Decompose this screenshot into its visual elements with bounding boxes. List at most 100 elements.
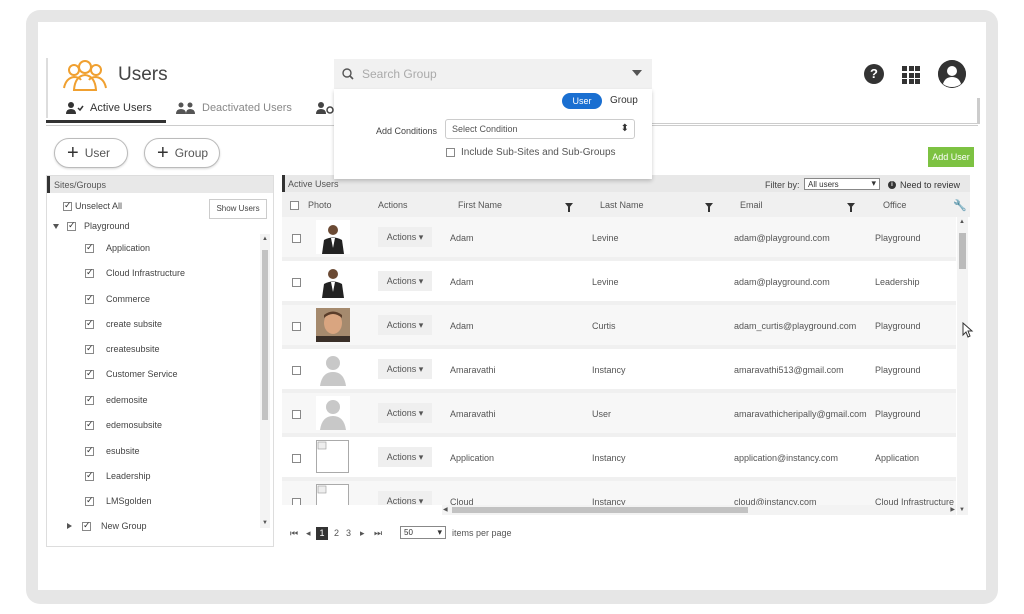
page-1[interactable]: 1 [316, 527, 328, 540]
filter-icon[interactable] [565, 203, 573, 212]
cell-first-name: Amaravathi [450, 409, 496, 419]
include-subsites-checkbox[interactable]: Include Sub-Sites and Sub-Groups [446, 147, 616, 158]
active-tab-underline [46, 120, 166, 123]
add-user-pill-button[interactable]: + User [54, 138, 128, 168]
select-all-checkbox[interactable] [290, 201, 299, 210]
expand-icon[interactable] [53, 223, 59, 229]
row-actions-button[interactable]: Actions ▾ [378, 315, 432, 335]
table-row[interactable]: Actions ▾ Amaravathi User amaravathicher… [282, 393, 956, 437]
add-user-button[interactable]: Add User [928, 147, 974, 167]
tree-item[interactable]: esubsite [85, 445, 140, 456]
page-3[interactable]: 3 [346, 528, 351, 538]
row-actions-button[interactable]: Actions ▾ [378, 447, 432, 467]
col-first-name[interactable]: First Name [458, 200, 502, 210]
collapse-icon[interactable] [67, 523, 72, 529]
info-icon: i [888, 181, 896, 189]
toggle-user[interactable]: User [562, 93, 602, 109]
tree-scroll-thumb[interactable] [262, 250, 268, 420]
need-review-label: Need to review [900, 180, 961, 190]
tree-root-playground[interactable]: Playground [53, 220, 130, 231]
tree-item[interactable]: LMSgolden [85, 495, 152, 506]
col-actions: Actions [378, 200, 408, 210]
tree-scrollbar[interactable]: ▲ ▼ [260, 234, 270, 528]
row-actions-button[interactable]: Actions ▾ [378, 403, 432, 423]
cell-last-name: Levine [592, 233, 619, 243]
tree-item[interactable]: Commerce [85, 293, 150, 304]
cell-first-name: Adam [450, 321, 474, 331]
tab-active-users-label: Active Users [90, 102, 152, 114]
add-group-pill-button[interactable]: + Group [144, 138, 220, 168]
grid-scroll-thumb[interactable] [959, 233, 966, 269]
cell-first-name: Application [450, 453, 495, 463]
col-office[interactable]: Office [883, 200, 906, 210]
user-photo [316, 396, 350, 430]
row-checkbox[interactable] [292, 278, 301, 287]
tree-item[interactable]: Customer Service [85, 368, 178, 379]
grid-horizontal-scrollbar[interactable]: ◀ ▶ [442, 505, 956, 515]
tree-item[interactable]: createsubsite [85, 343, 160, 354]
row-checkbox[interactable] [292, 234, 301, 243]
actions-label: Actions [386, 320, 417, 330]
tab-deactivated-users-label: Deactivated Users [202, 102, 292, 114]
table-row[interactable]: Actions ▾ Application Instancy applicati… [282, 437, 956, 481]
tree-item[interactable]: edemosubsite [85, 419, 162, 430]
toggle-group[interactable]: Group [610, 95, 638, 106]
table-row[interactable]: Actions ▾ Cloud Instancy cloud@instancy.… [282, 481, 956, 505]
prev-page-button[interactable]: ◂ [306, 528, 311, 539]
last-page-button[interactable]: ⏭ [374, 528, 382, 539]
row-actions-button[interactable]: Actions ▾ [378, 271, 432, 291]
next-page-button[interactable]: ▸ [360, 528, 365, 539]
tree-item[interactable]: Leadership [85, 470, 151, 481]
condition-select[interactable]: Select Condition [445, 119, 635, 139]
grid-vertical-scrollbar[interactable]: ▲ ▼ [957, 217, 968, 515]
unselect-all-checkbox[interactable]: Unselect All [63, 200, 122, 211]
filter-icon[interactable] [705, 203, 713, 212]
tree-item-label: createsubsite [106, 344, 160, 354]
tree-item[interactable]: Application [85, 242, 150, 253]
help-icon[interactable]: ? [864, 64, 884, 84]
first-page-button[interactable]: ⏮ [290, 528, 298, 539]
wrench-icon[interactable]: 🔧 [953, 199, 967, 212]
row-actions-button[interactable]: Actions ▾ [378, 227, 432, 247]
row-checkbox[interactable] [292, 410, 301, 419]
row-actions-button[interactable]: Actions ▾ [378, 491, 432, 505]
row-checkbox[interactable] [292, 322, 301, 331]
tree-item[interactable]: Cloud Infrastructure [85, 267, 185, 278]
filter-select[interactable]: All users [804, 178, 880, 190]
cell-email: application@instancy.com [734, 453, 839, 463]
search-group-box[interactable]: Search Group [334, 59, 652, 89]
apps-grid-icon[interactable] [902, 66, 920, 84]
row-checkbox[interactable] [292, 454, 301, 463]
profile-icon[interactable] [938, 60, 966, 88]
page-2[interactable]: 2 [334, 528, 339, 538]
col-last-name[interactable]: Last Name [600, 200, 644, 210]
cell-email: cloud@instancy.com [734, 497, 817, 505]
tab-deactivated-users[interactable]: Deactivated Users [176, 102, 292, 114]
tab-user-settings[interactable] [316, 102, 334, 114]
row-checkbox[interactable] [292, 498, 301, 505]
table-row[interactable]: Actions ▾ Adam Levine adam@playground.co… [282, 217, 956, 261]
filter-icon[interactable] [847, 203, 855, 212]
tree-item[interactable]: edemosite [85, 394, 148, 405]
cell-last-name: Curtis [592, 321, 616, 331]
need-review-link[interactable]: i Need to review [888, 180, 960, 190]
chevron-down-icon[interactable] [632, 70, 642, 76]
per-page-select[interactable]: 50 [400, 526, 446, 539]
cell-email: adam@playground.com [734, 277, 830, 287]
users-grid: Active Users Filter by: All users i Need… [282, 175, 970, 547]
table-row[interactable]: Actions ▾ Adam Levine adam@playground.co… [282, 261, 956, 305]
table-row[interactable]: Actions ▾ Adam Curtis adam_curtis@playgr… [282, 305, 956, 349]
table-row[interactable]: Actions ▾ Amaravathi Instancy amaravathi… [282, 349, 956, 393]
grid-hscroll-thumb[interactable] [452, 507, 748, 513]
row-actions-button[interactable]: Actions ▾ [378, 359, 432, 379]
col-email[interactable]: Email [740, 200, 763, 210]
actions-label: Actions [386, 452, 417, 462]
row-checkbox[interactable] [292, 366, 301, 375]
cell-last-name: Levine [592, 277, 619, 287]
tree-item[interactable]: create subsite [85, 318, 162, 329]
tree-root-new-group[interactable]: New Group [67, 521, 147, 531]
tab-active-users[interactable]: Active Users [66, 102, 152, 114]
sites-groups-header: Sites/Groups [47, 176, 273, 193]
cell-email: amaravathicheripally@gmail.com [734, 409, 867, 419]
show-users-button[interactable]: Show Users [209, 199, 267, 219]
